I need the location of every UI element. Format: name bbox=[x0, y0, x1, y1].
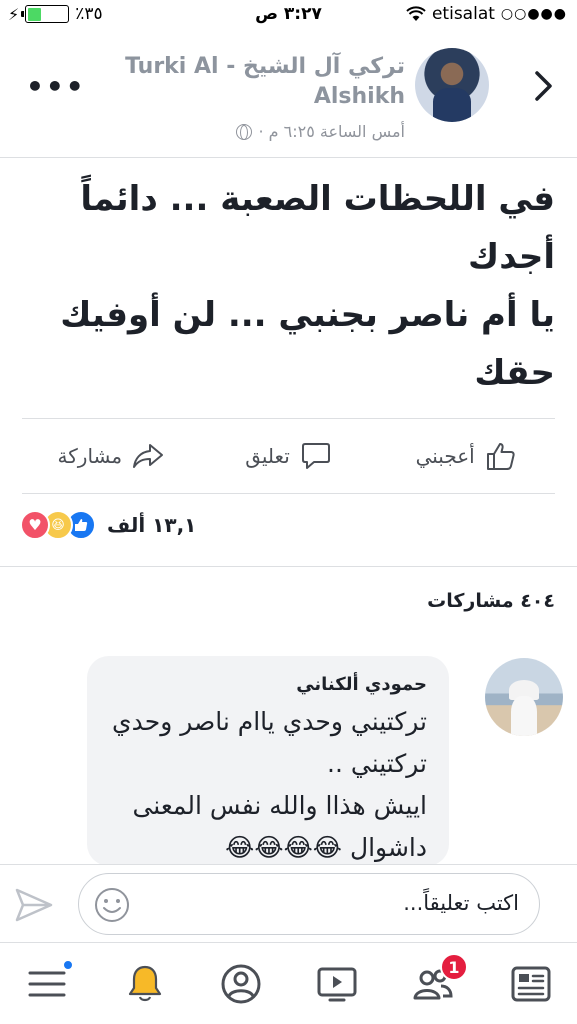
comment-text: تركتيني وحدي ياام ناصر وحدي تركتيني .. ا… bbox=[112, 707, 427, 862]
shares-count[interactable]: ٤٠٤ مشاركات bbox=[427, 590, 555, 612]
commenter-avatar[interactable] bbox=[485, 658, 563, 736]
like-button[interactable]: أعجبني bbox=[377, 419, 555, 493]
nav-watch[interactable] bbox=[314, 961, 360, 1007]
love-reaction-icon: ♥ bbox=[20, 510, 50, 540]
menu-dot-indicator bbox=[62, 959, 74, 971]
nav-friend-requests[interactable]: 1 bbox=[410, 953, 468, 1007]
bell-icon bbox=[128, 965, 162, 1002]
menu-icon bbox=[28, 971, 66, 997]
reaction-icons: ♥ 😆 bbox=[20, 510, 96, 540]
globe-icon bbox=[236, 123, 253, 140]
nav-news-feed[interactable] bbox=[508, 961, 554, 1007]
share-button[interactable]: مشاركة bbox=[22, 419, 200, 493]
status-bar: ⚡ ٪٣٥ ٣:٢٧ ص etisalat ○○●●● bbox=[0, 0, 577, 30]
nav-menu[interactable] bbox=[24, 959, 74, 1007]
comment-bubble: حمودي ألكناني تركتيني وحدي ياام ناصر وحد… bbox=[87, 656, 449, 866]
nav-notifications[interactable] bbox=[122, 961, 168, 1007]
news-feed-icon bbox=[511, 966, 551, 1002]
post-text: في اللحظات الصعبة ... دائماً أجدك يا أم … bbox=[60, 179, 555, 393]
comment-input[interactable]: اكتب تعليقاً... bbox=[78, 873, 540, 935]
post-header: ••• تركي آل الشيخ - Turki Al Alshikh أمس… bbox=[0, 30, 577, 158]
carrier-info: etisalat ○○●●● bbox=[406, 4, 567, 24]
author-avatar[interactable] bbox=[415, 48, 489, 122]
comment-icon bbox=[301, 443, 330, 469]
nav-profile[interactable] bbox=[218, 961, 264, 1007]
like-label: أعجبني bbox=[415, 444, 475, 468]
thumbs-up-icon bbox=[486, 443, 515, 470]
comment-author[interactable]: حمودي ألكناني bbox=[103, 674, 427, 695]
author-name[interactable]: تركي آل الشيخ - Turki Al Alshikh bbox=[115, 52, 405, 112]
comment-composer: اكتب تعليقاً... bbox=[0, 864, 577, 942]
share-label: مشاركة bbox=[57, 444, 123, 468]
bottom-navigation: 1 bbox=[0, 942, 577, 1024]
comment-button[interactable]: تعليق bbox=[200, 419, 378, 493]
reactions-summary[interactable]: ♥ 😆 ١٣,١ ألف bbox=[20, 510, 196, 540]
chevron-right-icon bbox=[535, 71, 552, 101]
wifi-icon bbox=[406, 6, 426, 21]
smiley-icon[interactable] bbox=[93, 886, 131, 924]
reaction-count: ١٣,١ ألف bbox=[107, 513, 197, 537]
send-icon bbox=[15, 888, 53, 922]
more-options-button[interactable]: ••• bbox=[26, 70, 86, 103]
video-icon bbox=[317, 967, 357, 1002]
section-divider bbox=[0, 566, 577, 567]
profile-icon bbox=[221, 964, 261, 1004]
back-button[interactable] bbox=[529, 68, 559, 104]
send-button[interactable] bbox=[14, 887, 54, 923]
timestamp-text: أمس الساعة ٦:٢٥ م · bbox=[258, 122, 405, 141]
comment-placeholder: اكتب تعليقاً... bbox=[403, 891, 519, 915]
post-timestamp: أمس الساعة ٦:٢٥ م · bbox=[236, 122, 405, 141]
post-actions: أعجبني تعليق مشاركة bbox=[22, 418, 555, 494]
friend-requests-badge: 1 bbox=[440, 953, 468, 981]
comment-label: تعليق bbox=[245, 444, 290, 468]
carrier-name: etisalat bbox=[431, 4, 495, 24]
share-icon bbox=[133, 444, 164, 468]
signal-icon: ○○●●● bbox=[500, 6, 567, 22]
